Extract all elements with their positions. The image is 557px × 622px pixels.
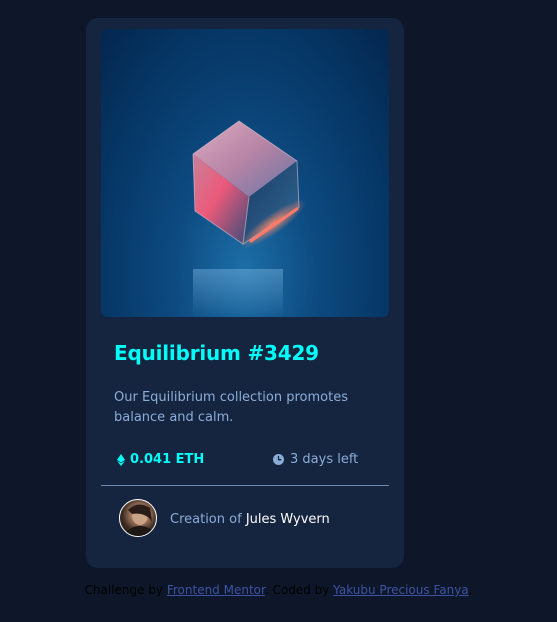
nft-card: Equilibrium #3429 Our Equilibrium collec…: [86, 18, 404, 568]
clock-icon: [273, 454, 284, 465]
time-info: 3 days left: [273, 452, 358, 467]
creator-line: Creation of Jules Wyvern: [170, 512, 330, 527]
card-divider: [101, 485, 389, 486]
attribution-middle: . Coded by: [264, 583, 334, 597]
cube-illustration: [192, 120, 307, 317]
frontend-mentor-link[interactable]: Frontend Mentor: [167, 583, 265, 597]
creator-prefix: Creation of: [170, 512, 246, 527]
nft-description: Our Equilibrium collection promotes bala…: [114, 390, 348, 425]
attribution-prefix: Challenge by: [84, 583, 167, 597]
nft-title[interactable]: Equilibrium #3429: [114, 341, 319, 365]
nft-image[interactable]: [101, 29, 389, 317]
attribution: Challenge by Frontend Mentor. Coded by Y…: [0, 583, 557, 597]
price-value: 0.041 ETH: [130, 452, 205, 467]
time-left-value: 3 days left: [290, 452, 359, 467]
attribution-suffix: .: [468, 583, 473, 597]
avatar-portrait: [124, 504, 156, 536]
creator-avatar: [119, 499, 157, 537]
price-info: 0.041 ETH: [117, 452, 204, 467]
creator-name-link[interactable]: Jules Wyvern: [246, 512, 330, 527]
author-link[interactable]: Yakubu Precious Fanya: [333, 583, 469, 597]
ethereum-icon: [117, 453, 125, 466]
